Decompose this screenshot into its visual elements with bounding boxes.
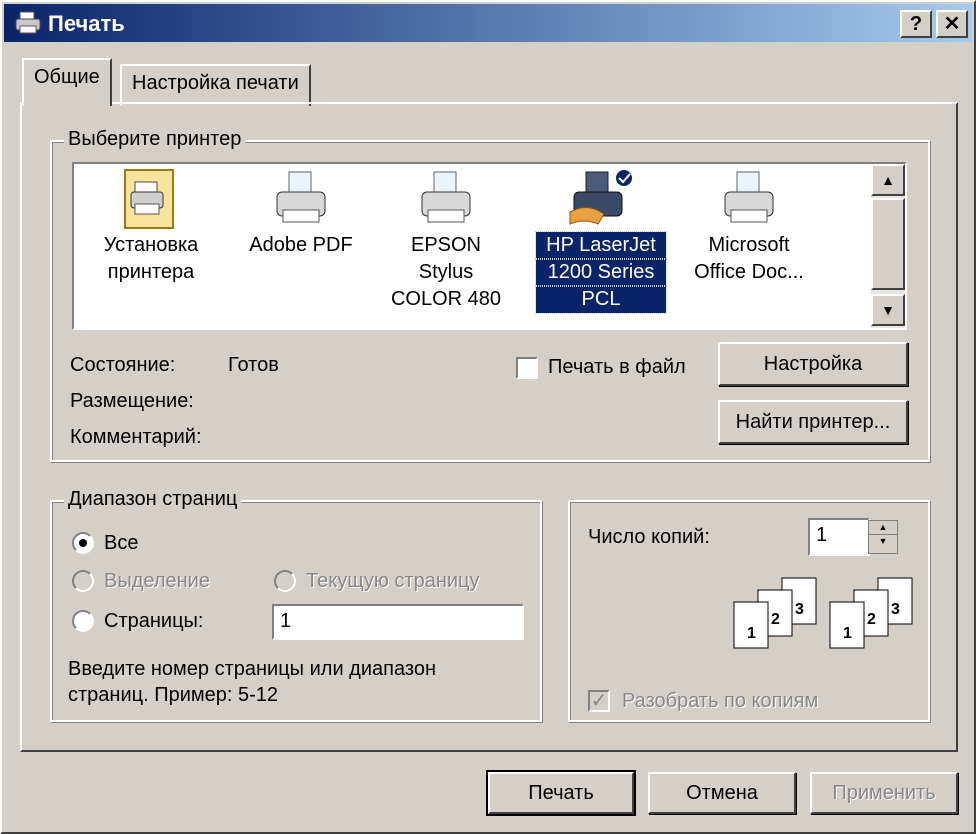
printer-item-microsoft-office[interactable]: Microsoft Office Doc...: [684, 164, 814, 328]
close-button[interactable]: ✕: [936, 10, 968, 38]
printer-list-scrollbar[interactable]: ▲ ▼: [871, 164, 905, 328]
printer-name: Microsoft: [708, 234, 790, 256]
printer-name-line2: COLOR 480: [390, 288, 502, 310]
print-to-file-checkbox[interactable]: [516, 357, 538, 379]
radio-selection[interactable]: [72, 570, 94, 592]
printer-name-line2: 1200 Series: [535, 258, 667, 287]
radio-all-label[interactable]: Все: [104, 532, 138, 555]
scroll-thumb[interactable]: [871, 198, 905, 290]
apply-button[interactable]: Применить: [810, 772, 958, 814]
print-button[interactable]: Печать: [486, 770, 636, 816]
pages-input[interactable]: 1: [272, 604, 524, 640]
copies-input[interactable]: 1: [808, 518, 870, 556]
page-number: 3: [795, 601, 804, 618]
printer-icon: [724, 171, 774, 223]
printer-item-adobe-pdf[interactable]: Adobe PDF: [236, 164, 366, 328]
printer-name: EPSON Stylus: [410, 234, 482, 283]
copies-label: Число копий:: [588, 526, 710, 548]
printer-item-hp-laserjet[interactable]: HP LaserJet 1200 Series PCL: [535, 164, 667, 328]
copies-spinner[interactable]: ▲ ▼: [868, 520, 898, 554]
printer-icon: [276, 171, 326, 223]
tab-general[interactable]: Общие: [22, 58, 112, 106]
printer-item-epson[interactable]: EPSON Stylus COLOR 480: [381, 164, 511, 328]
page-number: 1: [843, 625, 852, 642]
status-value: Готов: [228, 354, 279, 376]
tab-print-settings[interactable]: Настройка печати: [120, 64, 311, 106]
page-range-hint-line2: страниц. Пример: 5-12: [68, 684, 278, 706]
collate-checkbox[interactable]: ✓: [588, 690, 610, 712]
collate-label[interactable]: Разобрать по копиям: [622, 690, 818, 713]
print-to-file-label[interactable]: Печать в файл: [548, 356, 686, 379]
radio-pages[interactable]: [72, 610, 94, 632]
printer-name-line2: принтера: [107, 261, 195, 283]
printer-name-line3: PCL: [535, 285, 667, 314]
help-button[interactable]: ?: [900, 10, 932, 38]
printer-name: Установка: [103, 234, 199, 256]
printer-name: HP LaserJet: [535, 231, 667, 260]
collate-preview-icon: 3 2 1 3 2 1: [733, 577, 913, 649]
radio-current-page-label[interactable]: Текущую страницу: [306, 570, 480, 593]
status-label: Состояние:: [70, 354, 176, 376]
page-number: 2: [771, 611, 780, 628]
title-bar[interactable]: Печать ? ✕: [4, 4, 972, 42]
shared-default-printer-icon: [569, 168, 634, 225]
print-dialog: Печать ? ✕ Общие Настройка печати Выбери…: [0, 0, 976, 834]
page-range-legend: Диапазон страниц: [64, 488, 242, 511]
spin-up-icon[interactable]: ▲: [869, 521, 897, 535]
cancel-button[interactable]: Отмена: [648, 772, 796, 814]
location-label: Размещение:: [70, 390, 194, 412]
setup-button[interactable]: Настройка: [718, 342, 908, 386]
printer-icon: [15, 11, 41, 34]
printer-icon: [421, 171, 471, 223]
page-number: 1: [747, 625, 756, 642]
printer-name: Adobe PDF: [249, 234, 353, 256]
radio-current-page[interactable]: [274, 570, 296, 592]
page-number: 3: [891, 601, 900, 618]
find-printer-button[interactable]: Найти принтер...: [718, 400, 908, 444]
scroll-down-button[interactable]: ▼: [871, 294, 905, 326]
scroll-up-button[interactable]: ▲: [871, 164, 905, 196]
spin-down-icon[interactable]: ▼: [869, 535, 897, 549]
printer-list[interactable]: Установка принтера Adobe PDF EPSON Stylu…: [72, 162, 907, 330]
printer-group-legend: Выберите принтер: [64, 128, 246, 151]
printer-name-line2: Office Doc...: [694, 261, 804, 283]
page-range-hint-line1: Введите номер страницы или диапазон: [68, 658, 436, 680]
radio-all[interactable]: [72, 532, 94, 554]
printer-item-add[interactable]: Установка принтера: [86, 164, 216, 328]
radio-selection-label[interactable]: Выделение: [104, 570, 210, 593]
window-title: Печать: [48, 11, 125, 36]
add-printer-icon: [124, 169, 174, 229]
page-number: 2: [867, 611, 876, 628]
comment-label: Комментарий:: [70, 426, 202, 448]
radio-pages-label[interactable]: Страницы:: [104, 610, 203, 633]
